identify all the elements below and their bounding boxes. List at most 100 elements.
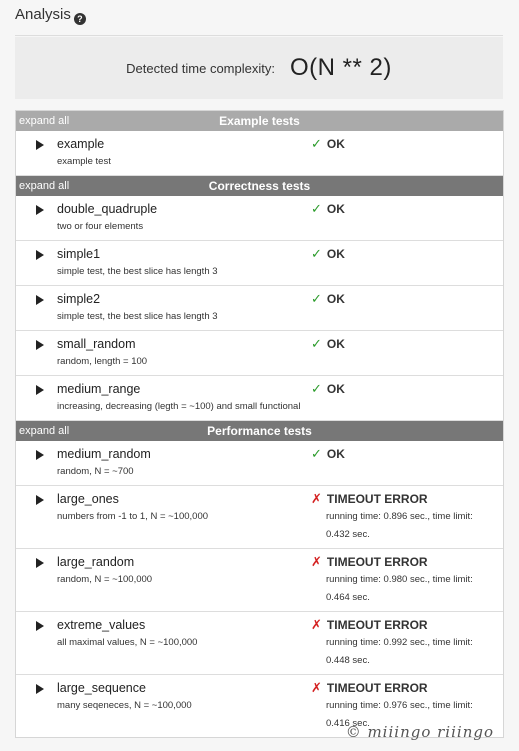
check-icon: ✓ bbox=[311, 136, 322, 151]
group-header: expand all Example tests bbox=[16, 111, 503, 131]
test-row[interactable]: double_quadruple two or four elements ✓ OK bbox=[16, 196, 503, 241]
test-row[interactable]: example example test ✓ OK bbox=[16, 131, 503, 176]
timing-detail: running time: 0.980 sec., time limit: 0.… bbox=[326, 574, 473, 603]
status: ✓ OK bbox=[311, 135, 503, 153]
test-name: large_sequence bbox=[57, 681, 146, 695]
test-row[interactable]: simple1 simple test, the best slice has l… bbox=[16, 241, 503, 286]
status: ✗ TIMEOUT ERROR bbox=[311, 616, 503, 634]
timing-detail: running time: 0.992 sec., time limit: 0.… bbox=[326, 637, 473, 666]
test-description: random, length = 100 bbox=[57, 356, 148, 367]
test-description: many seqeneces, N = ~100,000 bbox=[57, 700, 192, 711]
complexity-label: Detected time complexity: bbox=[126, 60, 275, 76]
expand-all-link[interactable]: expand all bbox=[19, 176, 69, 196]
test-name: small_random bbox=[57, 337, 136, 351]
status-text: TIMEOUT ERROR bbox=[326, 555, 428, 569]
test-info: large_random random, N = ~100,000 bbox=[57, 553, 311, 611]
test-name: large_random bbox=[57, 555, 135, 569]
cross-icon: ✗ bbox=[311, 491, 322, 506]
cross-icon: ✗ bbox=[311, 554, 322, 569]
group-title: Example tests bbox=[219, 114, 300, 128]
group-title: Correctness tests bbox=[208, 179, 311, 193]
test-row[interactable]: medium_range increasing, decreasing (legt… bbox=[16, 376, 503, 421]
test-description: random, N = ~100,000 bbox=[57, 574, 153, 585]
complexity-value: O(N ** 2) bbox=[289, 54, 392, 81]
status-text: OK bbox=[326, 447, 345, 461]
test-row[interactable]: medium_random random, N = ~700 ✓ OK bbox=[16, 441, 503, 486]
test-row[interactable]: extreme_values all maximal values, N = ~1… bbox=[16, 612, 503, 675]
test-info: example example test bbox=[57, 135, 311, 175]
status: ✗ TIMEOUT ERROR bbox=[311, 553, 503, 571]
test-result: ✓ OK bbox=[311, 245, 503, 285]
status: ✓ OK bbox=[311, 335, 503, 353]
test-name: large_ones bbox=[57, 492, 119, 506]
expand-arrow-icon[interactable] bbox=[16, 135, 57, 175]
watermark: © miiingo riiingo bbox=[345, 723, 494, 741]
status-text: OK bbox=[326, 137, 345, 151]
expand-arrow-icon[interactable] bbox=[16, 335, 57, 375]
test-result: ✓ OK bbox=[311, 335, 503, 375]
test-name: medium_range bbox=[57, 382, 141, 396]
cross-icon: ✗ bbox=[311, 680, 322, 695]
status: ✓ OK bbox=[311, 445, 503, 463]
test-result: ✓ OK bbox=[311, 445, 503, 485]
test-description: two or four elements bbox=[57, 221, 144, 232]
test-info: large_sequencemany seqeneces, N = ~100,0… bbox=[57, 679, 311, 737]
expand-arrow-icon[interactable] bbox=[16, 445, 57, 485]
test-info: simple1 simple test, the best slice has l… bbox=[57, 245, 311, 285]
test-info: large_ones numbers from -1 to 1, N = ~100… bbox=[57, 490, 311, 548]
expand-arrow-icon[interactable] bbox=[16, 380, 57, 420]
test-info: extreme_values all maximal values, N = ~1… bbox=[57, 616, 311, 674]
test-info: medium_range increasing, decreasing (legt… bbox=[57, 380, 311, 420]
status: ✓ OK bbox=[311, 380, 503, 398]
test-description: random, N = ~700 bbox=[57, 466, 134, 477]
test-description: all maximal values, N = ~100,000 bbox=[57, 637, 198, 648]
status: ✗ TIMEOUT ERROR bbox=[311, 490, 503, 508]
expand-arrow-icon[interactable] bbox=[16, 245, 57, 285]
analysis-title: Analysis bbox=[15, 6, 71, 23]
test-info: medium_random random, N = ~700 bbox=[57, 445, 311, 485]
status-text: TIMEOUT ERROR bbox=[326, 618, 428, 632]
expand-arrow-icon[interactable] bbox=[16, 200, 57, 240]
group-header: expand all Correctness tests bbox=[16, 176, 503, 196]
help-icon[interactable]: ? bbox=[73, 13, 86, 25]
check-icon: ✓ bbox=[311, 336, 322, 351]
analysis-header: Analysis ? bbox=[15, 6, 86, 25]
status: ✓ OK bbox=[311, 200, 503, 218]
test-name: example bbox=[57, 137, 105, 151]
status-text: OK bbox=[326, 382, 345, 396]
status-text: OK bbox=[326, 337, 345, 351]
test-info: simple2 simple test, the best slice has l… bbox=[57, 290, 311, 330]
expand-arrow-icon[interactable] bbox=[16, 616, 57, 674]
test-row[interactable]: large_random random, N = ~100,000 ✗ TIMEOUT… bbox=[16, 549, 503, 612]
status-text: TIMEOUT ERROR bbox=[326, 492, 428, 506]
check-icon: ✓ bbox=[311, 246, 322, 261]
expand-all-link[interactable]: expand all bbox=[19, 111, 69, 131]
group-title: Performance tests bbox=[207, 424, 312, 438]
expand-arrow-icon[interactable] bbox=[16, 679, 57, 737]
expand-arrow-icon[interactable] bbox=[16, 490, 57, 548]
expand-arrow-icon[interactable] bbox=[16, 290, 57, 330]
check-icon: ✓ bbox=[311, 446, 322, 461]
expand-all-link[interactable]: expand all bbox=[19, 421, 69, 441]
cross-icon: ✗ bbox=[311, 617, 322, 632]
test-result: ✓ OK bbox=[311, 200, 503, 240]
test-result: ✗ TIMEOUT ERROR running time: 0.896 sec., … bbox=[311, 490, 503, 548]
test-description: simple test, the best slice has length 3 bbox=[57, 266, 218, 277]
complexity-panel: Detected time complexity: O(N ** 2) bbox=[15, 37, 503, 99]
status-text: TIMEOUT ERROR bbox=[326, 681, 428, 695]
test-name: medium_random bbox=[57, 447, 151, 461]
test-results-table: expand all Example tests example example te… bbox=[15, 110, 504, 738]
expand-arrow-icon[interactable] bbox=[16, 553, 57, 611]
test-result: ✓ OK bbox=[311, 290, 503, 330]
test-name: simple1 bbox=[57, 247, 101, 261]
status: ✓ OK bbox=[311, 290, 503, 308]
test-name: simple2 bbox=[57, 292, 101, 306]
test-row[interactable]: simple2 simple test, the best slice has l… bbox=[16, 286, 503, 331]
test-row[interactable]: large_ones numbers from -1 to 1, N = ~100… bbox=[16, 486, 503, 549]
test-description: simple test, the best slice has length 3 bbox=[57, 311, 218, 322]
group-header: expand all Performance tests bbox=[16, 421, 503, 441]
test-row[interactable]: small_random random, length = 100 ✓ OK bbox=[16, 331, 503, 376]
test-info: small_random random, length = 100 bbox=[57, 335, 311, 375]
test-result: ✗ TIMEOUT ERROR running time: 0.992 sec., … bbox=[311, 616, 503, 674]
test-description: increasing, decreasing (legth = ~100) an… bbox=[57, 401, 301, 412]
